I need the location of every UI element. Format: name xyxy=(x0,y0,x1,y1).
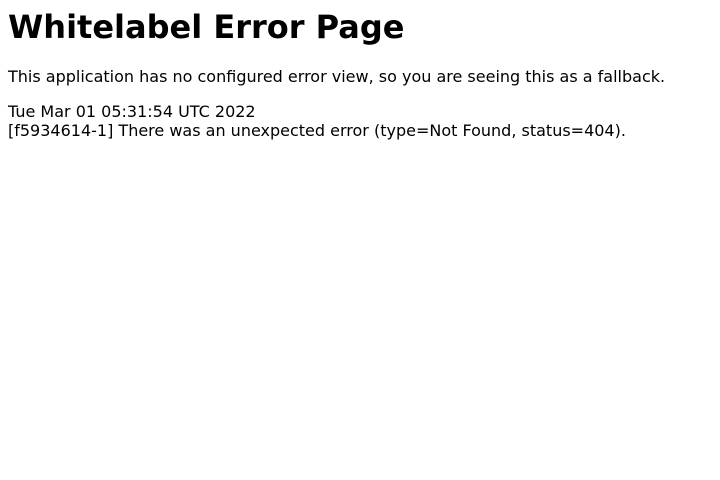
error-details: Tue Mar 01 05:31:54 UTC 2022 [f5934614-1… xyxy=(8,102,712,140)
error-description: This application has no configured error… xyxy=(8,67,666,86)
page-title: Whitelabel Error Page xyxy=(8,8,405,46)
error-message: [f5934614-1] There was an unexpected err… xyxy=(8,121,626,140)
error-timestamp: Tue Mar 01 05:31:54 UTC 2022 xyxy=(8,102,256,121)
